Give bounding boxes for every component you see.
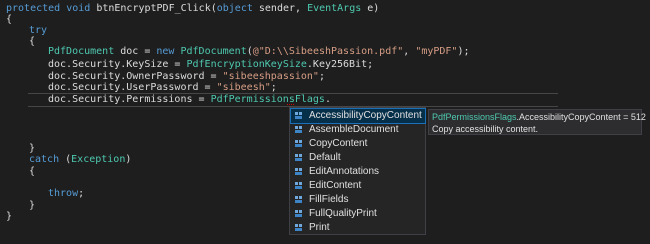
completion-item[interactable]: CopyContent <box>291 137 425 151</box>
brace: } <box>29 200 36 211</box>
code-line-5: PdfDocument doc = new PdfDocument(@"D:\\… <box>48 45 470 59</box>
completion-item-label: Default <box>309 152 341 163</box>
code-line-13: throw; <box>48 187 84 201</box>
tooltip-member: .AccessibilityCopyContent = 512 <box>516 112 646 122</box>
code-text: ; <box>318 71 325 82</box>
enum-member-icon <box>295 210 302 217</box>
code-line-1: protected void btnEncryptPDF_Click(objec… <box>6 2 379 16</box>
code-line-14: } <box>29 199 35 213</box>
type-name: EventArgs <box>307 3 362 14</box>
type-name: PdfDocument <box>48 46 115 57</box>
enum-member-icon <box>295 196 302 203</box>
keyword: object <box>216 3 253 14</box>
code-text: .Key256Bit; <box>306 59 374 70</box>
keyword: catch <box>29 154 60 165</box>
keyword: throw <box>48 188 79 199</box>
completion-item[interactable]: Print <box>291 221 425 235</box>
completion-item-label: AssembleDocument <box>309 124 399 135</box>
type-name: PdfEncryptionKeySize <box>186 59 307 70</box>
brace: { <box>6 14 13 25</box>
code-text: doc.Security.Permissions = <box>48 94 211 105</box>
code-line-2: { <box>6 13 12 27</box>
completion-item[interactable]: FullQualityPrint <box>291 207 425 221</box>
completion-item-label: FillFields <box>309 194 349 205</box>
completion-item[interactable]: EditContent <box>291 179 425 193</box>
keyword: protected <box>6 3 61 14</box>
code-text: doc.Security.UserPassword = <box>48 82 217 93</box>
code-text: doc = <box>114 46 157 57</box>
code-text: ( <box>59 154 72 165</box>
code-text: . <box>324 94 331 105</box>
type-name: Exception <box>71 154 126 165</box>
keyword: new <box>156 46 175 57</box>
quick-info-tooltip: PdfPermissionsFlags.AccessibilityCopyCon… <box>428 109 646 135</box>
tooltip-description: Copy accessibility content. <box>432 124 539 134</box>
code-line-11: catch (Exception) <box>29 153 131 167</box>
completion-item-label: FullQualityPrint <box>309 208 377 219</box>
code-line-4: { <box>29 35 35 49</box>
tooltip-type: PdfPermissionsFlags <box>432 112 517 122</box>
keyword: void <box>66 3 91 14</box>
method-name: btnEncryptPDF_Click( <box>90 3 217 14</box>
code-text: ; <box>78 188 85 199</box>
completion-item[interactable]: AccessibilityCopyContent <box>290 108 426 124</box>
completion-item-label: EditContent <box>309 180 362 191</box>
string-literal: @"D:\\SibeeshPassion.pdf" <box>252 46 404 57</box>
code-text: , <box>403 46 416 57</box>
completion-item-label: Print <box>309 222 330 233</box>
enum-member-icon <box>295 168 302 175</box>
completion-item[interactable]: Default <box>291 151 425 165</box>
enum-member-icon <box>295 224 302 231</box>
code-text: ); <box>457 46 470 57</box>
brace: } <box>6 211 13 222</box>
completion-item[interactable]: AssembleDocument <box>291 123 425 137</box>
code-text: ; <box>270 82 277 93</box>
type-name: PdfPermissionsFlags <box>210 94 325 105</box>
code-text: doc.Security.KeySize = <box>48 59 187 70</box>
enum-member-icon <box>295 140 302 147</box>
brace: { <box>29 36 36 47</box>
completion-item-label: CopyContent <box>309 138 368 149</box>
enum-member-icon <box>295 154 302 161</box>
code-line-12: { <box>29 165 35 179</box>
code-text: e) <box>361 3 380 14</box>
completion-item[interactable]: EditAnnotations <box>291 165 425 179</box>
type-name: PdfDocument <box>180 46 247 57</box>
enum-member-icon <box>295 182 302 189</box>
code-text: ) <box>125 154 132 165</box>
code-text: sender, <box>252 3 308 14</box>
text-caret <box>287 95 294 105</box>
completion-item-label: EditAnnotations <box>309 166 380 177</box>
enum-member-icon <box>295 126 302 133</box>
string-literal: "myPDF" <box>415 46 458 57</box>
completion-item-label: AccessibilityCopyContent <box>309 110 422 121</box>
intellisense-popup[interactable]: AccessibilityCopyContent AssembleDocumen… <box>289 107 426 235</box>
string-literal: "sibeesh" <box>216 82 271 93</box>
code-line-15: } <box>6 210 12 224</box>
brace: { <box>29 166 36 177</box>
completion-item[interactable]: FillFields <box>291 193 425 207</box>
tooltip-signature: PdfPermissionsFlags.AccessibilityCopyCon… <box>432 111 646 123</box>
enum-member-icon <box>295 112 302 119</box>
